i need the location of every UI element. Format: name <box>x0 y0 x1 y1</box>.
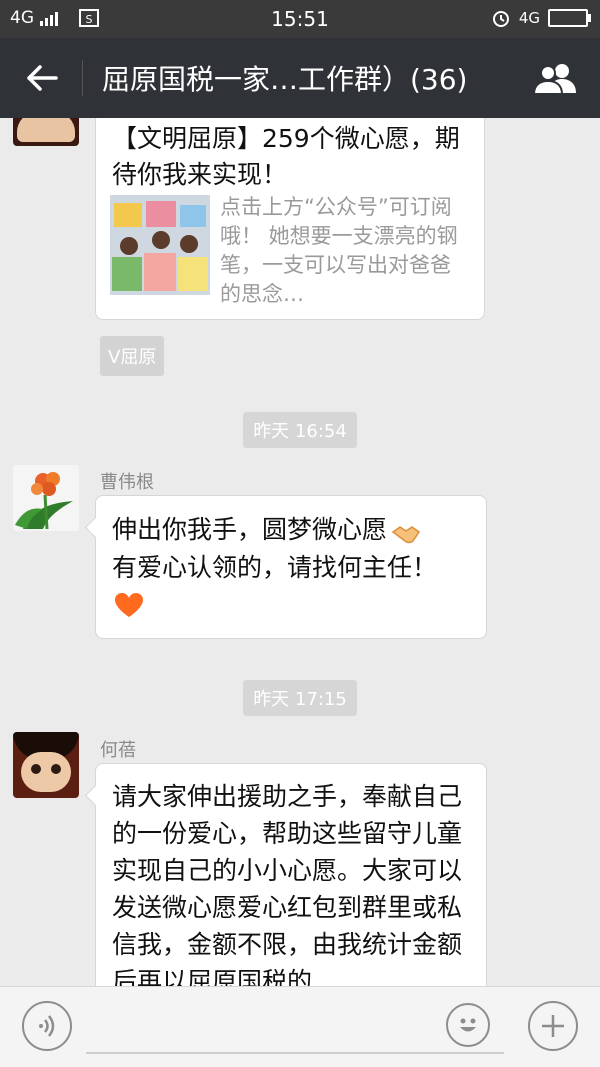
article-source-tag[interactable]: V屈原 <box>100 336 165 376</box>
message-bubble-2[interactable]: 伸出你我手，圆梦微心愿 有爱心认领的，请找何主任！ <box>84 495 487 639</box>
voice-icon <box>39 1015 55 1037</box>
avatar-sender-2[interactable] <box>13 465 79 531</box>
avatar-sender-3[interactable] <box>13 732 79 798</box>
flower-avatar-image <box>13 465 79 531</box>
status-right: 4G <box>491 8 591 28</box>
plus-button[interactable] <box>528 1001 578 1051</box>
timestamp-label: 昨天 16:54 <box>243 412 357 448</box>
message-input[interactable] <box>86 1052 504 1054</box>
emoji-button[interactable] <box>446 1003 490 1047</box>
emoji-icon <box>460 1018 476 1032</box>
message-2-line-1: 伸出你我手，圆梦微心愿 <box>112 512 421 548</box>
message-bubble-3[interactable]: 请大家伸出援助之手，奉献自己的一份爱心，帮助这些留守儿童实现自己的小小心愿。大家… <box>84 763 487 986</box>
network-label-right: 4G <box>518 9 540 27</box>
handshake-emoji <box>391 520 421 544</box>
article-title: 【文明屈原】259个微心愿，期待你我来实现！ <box>112 124 460 189</box>
article-thumbnail <box>110 195 210 295</box>
back-button[interactable] <box>18 56 66 100</box>
chat-title: 屈原国税一家…工作群）(36) <box>102 63 468 96</box>
timestamp-2: 昨天 17:15 <box>0 680 600 716</box>
bubble-tail <box>84 516 107 539</box>
timestamp-label: 昨天 17:15 <box>243 680 357 716</box>
arrow-left-icon <box>27 65 58 91</box>
article-card[interactable]: 【文明屈原】259个微心愿，期待你我来实现！ 点击上方“公众号”可订阅哦！ 她想… <box>95 118 485 320</box>
timestamp-1: 昨天 16:54 <box>0 412 600 448</box>
group-members-icon <box>532 64 576 95</box>
group-info-button[interactable] <box>530 56 580 100</box>
chat-area[interactable]: 【文明屈原】259个微心愿，期待你我来实现！ 点击上方“公众号”可订阅哦！ 她想… <box>0 118 600 986</box>
alarm-icon <box>492 11 509 27</box>
avatar-sender-1[interactable] <box>13 118 79 146</box>
bubble-tail <box>84 784 107 807</box>
input-bar <box>0 986 600 1067</box>
battery-icon <box>548 9 591 27</box>
article-description: 点击上方“公众号”可订阅哦！ 她想要一支漂亮的钢笔，一支可以写出对爸爸的思念… <box>220 195 458 306</box>
plus-icon <box>542 1015 564 1037</box>
header-divider <box>82 60 83 96</box>
message-2-line-2: 有爱心认领的，请找何主任！ <box>112 553 438 582</box>
message-3-text: 请大家伸出援助之手，奉献自己的一份爱心，帮助这些留守儿童实现自己的小小心愿。大家… <box>112 782 463 986</box>
sender-name-2: 曹伟根 <box>100 472 154 493</box>
voice-button[interactable] <box>22 1001 72 1051</box>
sender-name-3: 何蓓 <box>100 740 136 761</box>
orange-heart-emoji <box>115 593 143 617</box>
status-bar: 4G S 15:51 4G <box>0 0 600 38</box>
chat-header: 屈原国税一家…工作群）(36) <box>0 38 600 118</box>
